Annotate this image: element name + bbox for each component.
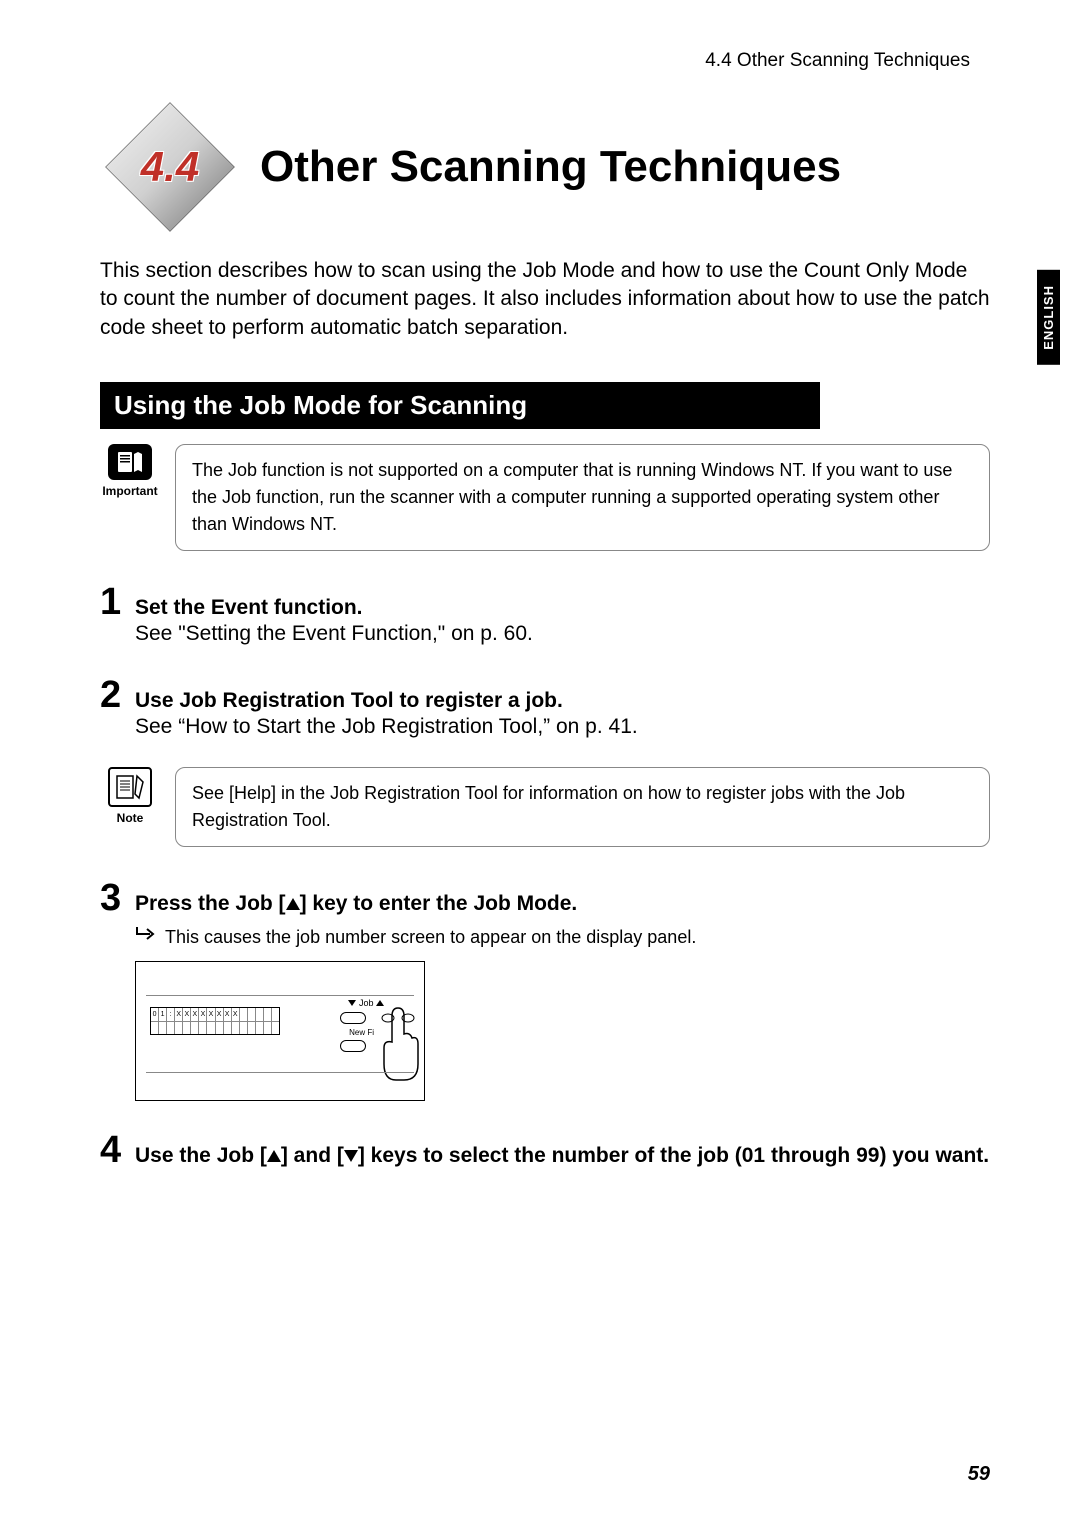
important-icon bbox=[108, 444, 152, 480]
title-row: 4.4 Other Scanning Techniques bbox=[100, 97, 990, 237]
header-breadcrumb: 4.4 Other Scanning Techniques bbox=[100, 50, 990, 72]
section-diamond-icon: 4.4 bbox=[100, 97, 240, 237]
lcd-screen: 01:XXXXXXXX bbox=[150, 1007, 280, 1035]
step-3-number: 3 bbox=[100, 877, 135, 920]
step-1: 1 Set the Event function. See "Setting t… bbox=[100, 581, 990, 646]
triangle-up-icon bbox=[286, 898, 300, 910]
step-1-number: 1 bbox=[100, 581, 135, 624]
step-4: 4 Use the Job [] and [] keys to select t… bbox=[100, 1129, 990, 1172]
note-text: See [Help] in the Job Registration Tool … bbox=[175, 767, 990, 847]
triangle-up-icon bbox=[267, 1150, 281, 1162]
section-number: 4.4 bbox=[141, 143, 199, 191]
step-2-number: 2 bbox=[100, 674, 135, 717]
step-1-title: Set the Event function. bbox=[135, 596, 990, 620]
important-callout: Important The Job function is not suppor… bbox=[100, 444, 990, 551]
important-label: Important bbox=[100, 484, 160, 498]
step-1-desc: See "Setting the Event Function," on p. … bbox=[135, 622, 990, 646]
step-2: 2 Use Job Registration Tool to register … bbox=[100, 674, 990, 739]
page-number: 59 bbox=[968, 1463, 990, 1486]
panel-button-bottom bbox=[340, 1040, 366, 1052]
important-text: The Job function is not supported on a c… bbox=[175, 444, 990, 551]
result-arrow-icon bbox=[135, 925, 165, 949]
step-2-desc: See “How to Start the Job Registration T… bbox=[135, 715, 990, 739]
panel-job-label: Job bbox=[348, 998, 384, 1008]
intro-text: This section describes how to scan using… bbox=[100, 257, 990, 342]
note-callout: Note See [Help] in the Job Registration … bbox=[100, 767, 990, 847]
display-panel-diagram: 01:XXXXXXXX Job New Fi bbox=[135, 961, 425, 1101]
step-3-title: Press the Job [] key to enter the Job Mo… bbox=[135, 892, 990, 916]
note-label: Note bbox=[100, 811, 160, 825]
panel-newfile-label: New Fi bbox=[349, 1028, 374, 1037]
step-4-title: Use the Job [] and [] keys to select the… bbox=[135, 1144, 990, 1168]
step-3-sub: This causes the job number screen to app… bbox=[165, 927, 696, 948]
step-3: 3 Press the Job [] key to enter the Job … bbox=[100, 877, 990, 1101]
language-tab: ENGLISH bbox=[1037, 270, 1060, 365]
triangle-down-icon bbox=[344, 1150, 358, 1162]
note-icon bbox=[108, 767, 152, 807]
panel-button-top bbox=[340, 1012, 366, 1024]
page-title: Other Scanning Techniques bbox=[260, 142, 841, 192]
subsection-header: Using the Job Mode for Scanning bbox=[100, 382, 820, 429]
step-4-number: 4 bbox=[100, 1129, 135, 1172]
step-2-title: Use Job Registration Tool to register a … bbox=[135, 689, 990, 713]
